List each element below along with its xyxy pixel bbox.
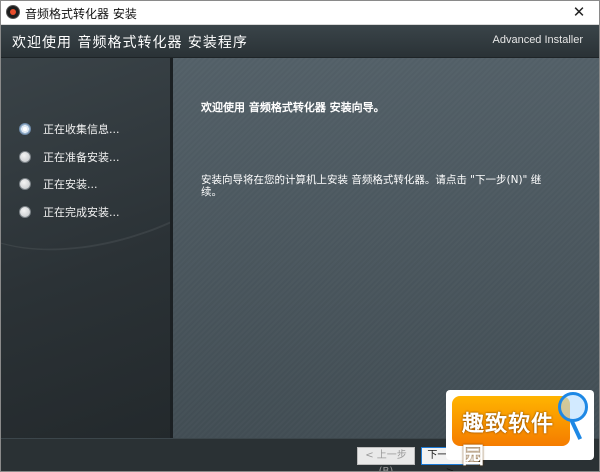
audio-disc-icon — [6, 5, 20, 19]
watermark-logo: 趣致软件园 — [446, 390, 594, 469]
watermark-text: 趣致软件园 — [462, 412, 555, 469]
window-title: 音频格式转化器 安装 — [25, 7, 137, 21]
radio-button-icon — [19, 151, 31, 163]
step-label: 正在收集信息... — [43, 123, 120, 136]
steps-panel: 正在收集信息... 正在准备安装... 正在安装... 正在完成安装... — [1, 58, 173, 438]
magnifier-handle — [569, 420, 583, 440]
header-band: 欢迎使用 音频格式转化器 安装程序 Advanced Installer — [1, 25, 599, 58]
radio-button-icon — [19, 123, 31, 135]
welcome-description: 安装向导将在您的计算机上安装 音频格式转化器。请点击 "下一步(N)" 继续。 — [201, 174, 542, 198]
step-label: 正在准备安装... — [43, 151, 120, 164]
close-icon[interactable]: ✕ — [559, 1, 599, 24]
step-label: 正在安装... — [43, 178, 98, 191]
radio-button-icon — [19, 178, 31, 190]
radio-button-icon — [19, 206, 31, 218]
title-bar: 音频格式转化器 安装 ✕ — [1, 1, 599, 25]
back-button[interactable]: < 上一步(B) — [357, 447, 415, 471]
step-label: 正在完成安装... — [43, 206, 120, 219]
header-title: 欢迎使用 音频格式转化器 安装程序 — [12, 35, 248, 51]
magnifier-icon — [558, 392, 588, 422]
content-panel: 欢迎使用 音频格式转化器 安装向导。 安装向导将在您的计算机上安装 音频格式转化… — [173, 58, 599, 438]
welcome-heading: 欢迎使用 音频格式转化器 安装向导。 — [201, 101, 385, 114]
brand-label: Advanced Installer — [492, 34, 584, 46]
watermark-badge: 趣致软件园 — [452, 396, 570, 469]
